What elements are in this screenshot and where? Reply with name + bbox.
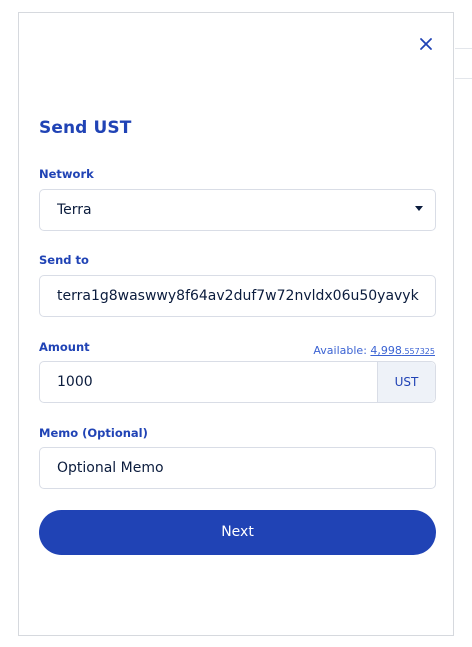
background-divider (455, 78, 472, 79)
modal-title: Send UST (39, 118, 132, 138)
network-selected-value: Terra (57, 202, 92, 218)
send-modal: Send UST Network Terra Send to terra1g8w… (18, 12, 454, 636)
available-balance: Available: 4,998.557325 (313, 344, 435, 357)
amount-input[interactable]: 1000 UST (39, 361, 436, 403)
network-label: Network (39, 167, 94, 181)
amount-value: 1000 (57, 374, 93, 390)
available-amount-main: 4,998 (370, 344, 402, 357)
send-to-value: terra1g8waswwy8f64av2duf7w72nvldx06u50ya… (57, 288, 419, 304)
close-icon[interactable] (416, 34, 436, 54)
send-to-input[interactable]: terra1g8waswwy8f64av2duf7w72nvldx06u50ya… (39, 275, 436, 317)
memo-input[interactable]: Optional Memo (39, 447, 436, 489)
chevron-down-icon (415, 206, 423, 211)
available-label: Available: (313, 344, 367, 357)
available-amount-decimals: .557325 (401, 347, 435, 356)
amount-unit: UST (377, 362, 435, 402)
next-button[interactable]: Next (39, 510, 436, 555)
send-to-label: Send to (39, 253, 89, 267)
available-amount-link[interactable]: 4,998.557325 (370, 344, 435, 357)
network-select[interactable]: Terra (39, 189, 436, 231)
background-divider (455, 48, 472, 49)
memo-placeholder: Optional Memo (57, 460, 164, 476)
amount-label: Amount (39, 340, 90, 354)
memo-label: Memo (Optional) (39, 426, 148, 440)
